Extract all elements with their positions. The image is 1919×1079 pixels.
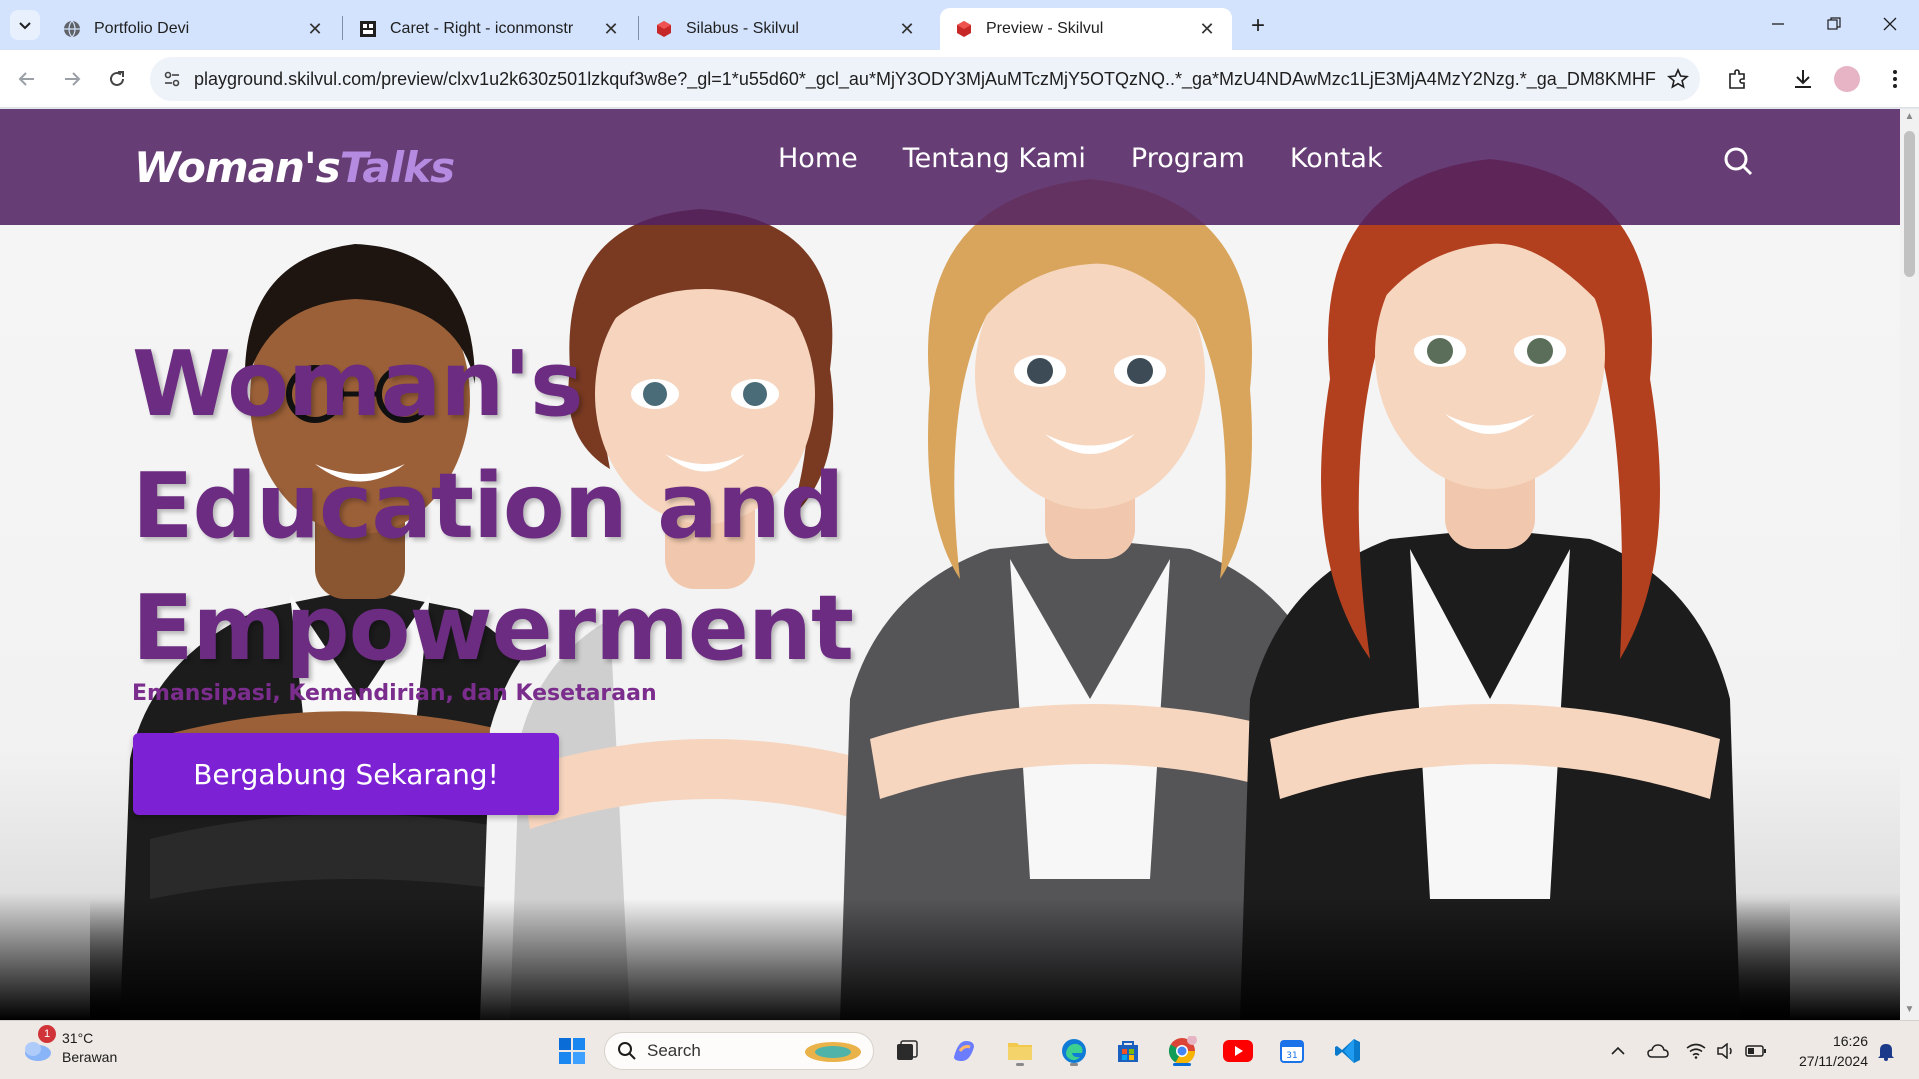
weather-condition: Berawan bbox=[62, 1049, 118, 1065]
forward-icon[interactable] bbox=[57, 64, 87, 94]
chrome-icon[interactable] bbox=[1164, 1033, 1200, 1069]
search-highlight-icon bbox=[805, 1042, 861, 1062]
active-indicator bbox=[1173, 1063, 1191, 1066]
close-icon[interactable]: ✕ bbox=[896, 18, 918, 40]
page-viewport: Woman'sTalks Home Tentang Kami Program K… bbox=[0, 109, 1900, 1020]
url-text[interactable]: playground.skilvul.com/preview/clxv1u2k6… bbox=[194, 69, 1656, 90]
battery-icon[interactable] bbox=[1744, 1039, 1768, 1063]
close-icon[interactable]: ✕ bbox=[304, 18, 326, 40]
volume-icon[interactable] bbox=[1714, 1039, 1738, 1063]
restore-icon[interactable] bbox=[1814, 8, 1854, 40]
tab-preview[interactable]: Preview - Skilvul ✕ bbox=[940, 8, 1232, 50]
nav-links: Home Tentang Kami Program Kontak bbox=[778, 143, 1383, 174]
nav-link-tentang-kami[interactable]: Tentang Kami bbox=[903, 143, 1086, 174]
join-now-button[interactable]: Bergabung Sekarang! bbox=[133, 733, 559, 815]
hero-title-line1: Woman's bbox=[132, 332, 584, 437]
microsoft-store-icon[interactable] bbox=[1110, 1033, 1146, 1069]
task-view-icon[interactable] bbox=[888, 1033, 924, 1069]
extensions-icon[interactable] bbox=[1722, 64, 1752, 94]
logo-accent-text: Talks bbox=[339, 143, 455, 192]
nav-link-kontak[interactable]: Kontak bbox=[1290, 143, 1383, 174]
windows-start-icon[interactable] bbox=[554, 1033, 590, 1069]
close-icon[interactable]: ✕ bbox=[1196, 18, 1218, 40]
page-scrollbar[interactable]: ▲ ▼ bbox=[1900, 109, 1919, 1020]
taskbar-search-label: Search bbox=[647, 1041, 701, 1060]
search-icon bbox=[618, 1042, 636, 1060]
vscode-icon[interactable] bbox=[1330, 1033, 1366, 1069]
clock-date: 27/11/2024 bbox=[1798, 1053, 1868, 1069]
weather-widget[interactable]: 1 31°C Berawan bbox=[20, 1025, 118, 1067]
skilvul-icon bbox=[954, 19, 974, 39]
running-indicator bbox=[1070, 1063, 1078, 1066]
scroll-thumb[interactable] bbox=[1904, 131, 1915, 277]
svg-text:31: 31 bbox=[1286, 1051, 1297, 1061]
address-bar[interactable]: playground.skilvul.com/preview/clxv1u2k6… bbox=[150, 57, 1700, 101]
scroll-up-icon[interactable]: ▲ bbox=[1903, 111, 1916, 125]
weather-temp: 31°C bbox=[62, 1030, 94, 1046]
copilot-icon[interactable] bbox=[946, 1033, 982, 1069]
taskbar-search[interactable]: Search bbox=[604, 1032, 874, 1070]
windows-taskbar: 1 31°C Berawan Search 31 16:26 27/11/202… bbox=[0, 1020, 1919, 1079]
chevron-down-icon bbox=[19, 22, 31, 30]
bookmark-star-icon[interactable] bbox=[1656, 57, 1700, 101]
search-icon[interactable] bbox=[1722, 145, 1762, 185]
woman-4-figure bbox=[1240, 159, 1740, 1020]
profile-avatar[interactable] bbox=[1834, 66, 1860, 92]
tab-title: Portfolio Devi bbox=[94, 20, 190, 37]
tab-title: Silabus - Skilvul bbox=[686, 20, 799, 37]
download-icon[interactable] bbox=[1788, 64, 1818, 94]
tab-portfolio[interactable]: Portfolio Devi ✕ bbox=[48, 8, 340, 50]
iconmonstr-icon bbox=[358, 19, 378, 39]
site-logo[interactable]: Woman'sTalks bbox=[134, 143, 455, 192]
cloud-icon: 1 bbox=[20, 1025, 56, 1065]
notification-bell-icon[interactable] bbox=[1874, 1039, 1898, 1063]
wifi-icon[interactable] bbox=[1684, 1039, 1708, 1063]
tab-title: Caret - Right - iconmonstr bbox=[390, 20, 574, 37]
close-icon[interactable]: ✕ bbox=[600, 18, 622, 40]
file-explorer-icon[interactable] bbox=[1002, 1033, 1038, 1069]
edge-icon[interactable] bbox=[1056, 1033, 1092, 1069]
globe-icon bbox=[62, 19, 82, 39]
site-navbar: Woman'sTalks Home Tentang Kami Program K… bbox=[0, 109, 1900, 225]
site-settings-icon[interactable] bbox=[150, 57, 194, 101]
window-close-icon[interactable] bbox=[1870, 8, 1910, 40]
tab-search-button[interactable] bbox=[10, 10, 40, 40]
minimize-icon[interactable] bbox=[1758, 8, 1798, 40]
hero-subtitle: Emansipasi, Kemandirian, dan Kesetaraan bbox=[132, 681, 657, 706]
nav-link-program[interactable]: Program bbox=[1131, 143, 1245, 174]
hero-title: Woman's Education and Empowerment bbox=[132, 324, 932, 690]
tab-iconmonstr[interactable]: Caret - Right - iconmonstr ✕ bbox=[344, 8, 636, 50]
browser-toolbar: playground.skilvul.com/preview/clxv1u2k6… bbox=[0, 50, 1919, 108]
tab-title: Preview - Skilvul bbox=[986, 20, 1104, 37]
scroll-down-icon[interactable]: ▼ bbox=[1903, 1004, 1916, 1018]
running-indicator bbox=[1016, 1063, 1024, 1066]
new-tab-button[interactable]: + bbox=[1244, 12, 1272, 40]
logo-main-text: Woman's bbox=[134, 143, 341, 192]
hero-title-line2: Education and bbox=[132, 454, 844, 559]
reload-icon[interactable] bbox=[102, 64, 132, 94]
onedrive-cloud-icon[interactable] bbox=[1646, 1039, 1670, 1063]
clock-time: 16:26 bbox=[1832, 1033, 1868, 1049]
youtube-icon[interactable] bbox=[1220, 1033, 1256, 1069]
taskbar-clock[interactable]: 16:26 27/11/2024 bbox=[1786, 1031, 1868, 1071]
hero-title-line3: Empowerment bbox=[132, 576, 854, 681]
calendar-icon[interactable]: 31 bbox=[1274, 1033, 1310, 1069]
back-icon[interactable] bbox=[12, 64, 42, 94]
tab-silabus[interactable]: Silabus - Skilvul ✕ bbox=[640, 8, 932, 50]
skilvul-icon bbox=[654, 19, 674, 39]
menu-kebab-icon[interactable] bbox=[1880, 64, 1910, 94]
tab-strip: Portfolio Devi ✕ Caret - Right - iconmon… bbox=[0, 0, 1919, 50]
weather-alert-badge: 1 bbox=[38, 1025, 56, 1043]
nav-link-home[interactable]: Home bbox=[778, 143, 858, 174]
chevron-up-icon[interactable] bbox=[1606, 1039, 1630, 1063]
